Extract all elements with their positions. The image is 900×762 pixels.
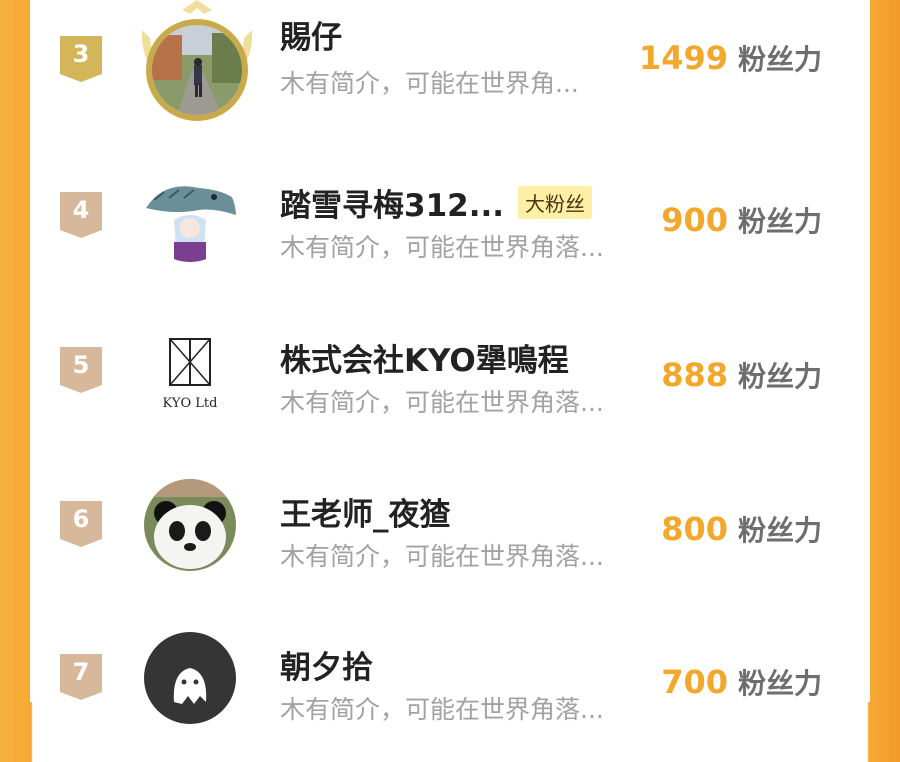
score-unit: 粉丝力	[737, 360, 822, 393]
avatar-frame	[140, 475, 240, 575]
fan-ranking-list: 3 賜仔 木有简介，可能在世界角... 1499 粉丝力 4 踏雪寻梅312..…	[30, 0, 870, 724]
rank-badge: 3	[60, 36, 102, 82]
name-line: 賜仔	[280, 12, 342, 56]
name-line: 株式会社KYO犟鳴程	[280, 335, 569, 379]
score-number: 888	[661, 356, 728, 394]
default-ghost-avatar[interactable]	[144, 632, 236, 724]
fan-score: 800 粉丝力	[661, 509, 822, 549]
score-unit: 粉丝力	[737, 667, 822, 700]
list-item[interactable]: 3 賜仔 木有简介，可能在世界角... 1499 粉丝力	[30, 0, 870, 144]
crown-laurel-icon	[122, 0, 272, 130]
rank-badge: 6	[60, 501, 102, 547]
fan-score: 900 粉丝力	[661, 200, 822, 240]
fan-name[interactable]: 朝夕拾	[280, 642, 373, 687]
fan-bio: 木有简介，可能在世界角落...	[280, 542, 604, 571]
fan-bio: 木有简介，可能在世界角...	[280, 69, 579, 98]
rank-number: 4	[72, 196, 90, 224]
rank-badge: 4	[60, 192, 102, 238]
big-fan-badge: 大粉丝	[518, 185, 593, 219]
score-number: 1499	[638, 39, 728, 77]
name-line: 踏雪寻梅312... 大粉丝	[280, 180, 593, 225]
kyo-logo-text: KYO Ltd	[163, 396, 218, 411]
score-number: 700	[661, 663, 728, 701]
rank-badge: 7	[60, 654, 102, 700]
fan-bio: 木有简介，可能在世界角落...	[280, 695, 604, 724]
fan-name[interactable]: 賜仔	[280, 12, 342, 57]
fan-score: 888 粉丝力	[661, 355, 822, 395]
fish-anime-avatar[interactable]	[144, 170, 236, 262]
list-item[interactable]: 5 KYO Ltd 株式会社KYO犟鳴程 木有简介，可能在世界角落... 888…	[30, 305, 870, 455]
rank-number: 5	[72, 351, 90, 379]
fan-name[interactable]: 踏雪寻梅312...	[280, 180, 504, 225]
rank-number: 6	[72, 505, 90, 533]
name-line: 王老师_夜猹	[280, 489, 451, 533]
list-item[interactable]: 7 朝夕拾 木有简介，可能在世界角落... 700 粉丝力	[30, 612, 870, 762]
list-item[interactable]: 6 王老师_夜猹 木有简介，可能在世界角落... 800 粉丝力	[30, 459, 870, 609]
panda-avatar[interactable]	[144, 479, 236, 571]
rank-badge: 5	[60, 347, 102, 393]
score-unit: 粉丝力	[737, 514, 822, 547]
fan-bio: 木有简介，可能在世界角落...	[280, 233, 604, 262]
name-line: 朝夕拾	[280, 642, 373, 686]
rank-number: 3	[72, 40, 90, 68]
avatar-frame: KYO Ltd	[140, 321, 240, 421]
avatar-frame	[140, 166, 240, 266]
fan-name[interactable]: 株式会社KYO犟鳴程	[280, 335, 569, 380]
score-number: 800	[661, 510, 728, 548]
score-unit: 粉丝力	[737, 43, 822, 76]
fan-bio: 木有简介，可能在世界角落...	[280, 388, 604, 417]
list-item[interactable]: 4 踏雪寻梅312... 大粉丝 木有简介，可能在世界角落... 900 粉丝力	[30, 150, 870, 300]
fan-score: 1499 粉丝力	[639, 38, 822, 78]
score-number: 900	[661, 201, 728, 239]
rank-number: 7	[72, 658, 90, 686]
fan-name[interactable]: 王老师_夜猹	[280, 489, 451, 534]
hiker-photo-avatar[interactable]	[152, 25, 242, 115]
fan-score: 700 粉丝力	[661, 662, 822, 702]
score-unit: 粉丝力	[737, 205, 822, 238]
kyo-ltd-logo-avatar[interactable]: KYO Ltd	[144, 325, 236, 417]
avatar-frame	[140, 628, 240, 728]
